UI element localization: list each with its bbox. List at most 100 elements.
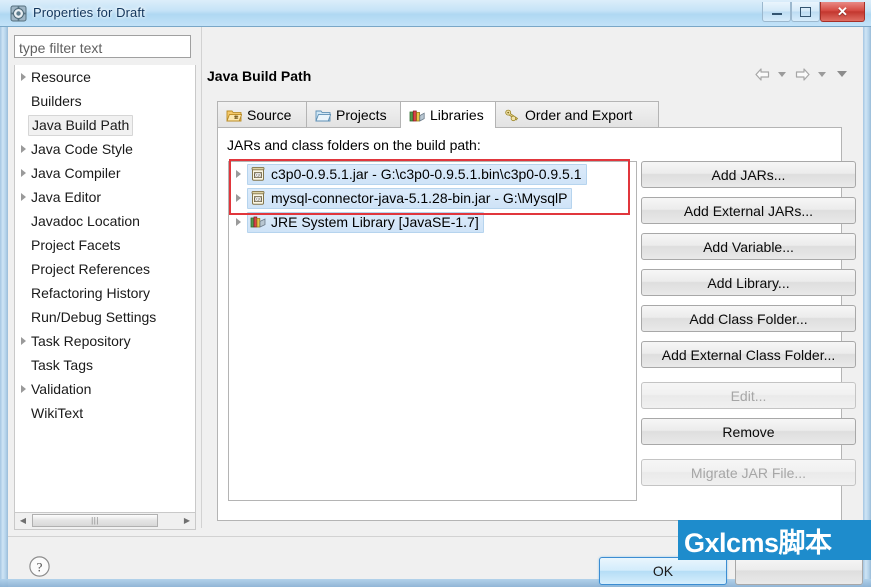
maximize-button[interactable] <box>791 2 820 22</box>
jar-expand-triangle-icon[interactable] <box>234 194 243 203</box>
ok-button[interactable]: OK <box>599 557 727 585</box>
window-border-left <box>0 0 8 587</box>
tab-projects[interactable]: Projects <box>306 101 401 128</box>
cancel-button[interactable] <box>735 557 863 585</box>
sidebar-item-refactoring-history[interactable]: Refactoring History <box>15 281 195 305</box>
sidebar-item-java-build-path[interactable]: Java Build Path <box>15 113 195 137</box>
window-title: Properties for Draft <box>33 5 145 20</box>
sidebar-item-task-tags[interactable]: Task Tags <box>15 353 195 377</box>
jar-item-selection: JRE System Library [JavaSE-1.7] <box>247 211 484 233</box>
sidebar-item-builders[interactable]: Builders <box>15 89 195 113</box>
svg-text:010: 010 <box>255 197 263 202</box>
jar-item-label: mysql-connector-java-5.1.28-bin.jar - G:… <box>271 190 568 206</box>
sidebar-item-java-editor[interactable]: Java Editor <box>15 185 195 209</box>
tab-libraries[interactable]: Libraries <box>400 101 496 128</box>
jar-list[interactable]: 010 c3p0-0.9.5.1.jar - G:\c3p0-0.9.5.1.bi… <box>228 161 637 501</box>
list-caption: JARs and class folders on the build path… <box>227 137 481 153</box>
library-action-buttons: Add JARs... Add External JARs... Add Varia… <box>641 161 856 495</box>
source-folder-icon <box>226 108 243 123</box>
sidebar-item-label: Java Build Path <box>28 114 134 136</box>
jar-item-label: JRE System Library [JavaSE-1.7] <box>271 214 479 230</box>
sidebar-item-label: Java Code Style <box>31 140 133 157</box>
tab-label: Libraries <box>430 107 484 123</box>
jar-item-label: c3p0-0.9.5.1.jar - G:\c3p0-0.9.5.1.bin\c… <box>271 166 582 182</box>
sidebar-item-label: Javadoc Location <box>31 212 140 229</box>
add-library-button[interactable]: Add Library... <box>641 269 856 296</box>
tab-label: Order and Export <box>525 107 633 123</box>
sidebar-item-wikitext[interactable]: WikiText <box>15 401 195 425</box>
tree-expand-triangle-icon[interactable] <box>19 385 28 394</box>
help-question-icon[interactable]: ? <box>28 555 51 578</box>
tab-order-and-export[interactable]: Order and Export <box>495 101 659 128</box>
forward-arrow-icon[interactable] <box>793 65 811 83</box>
pane-divider <box>201 27 202 528</box>
jar-expand-triangle-icon[interactable] <box>234 218 243 227</box>
properties-dialog-window: Properties for Draft ✕ Resource Builders J… <box>0 0 871 587</box>
window-border-right <box>863 0 871 587</box>
tree-horizontal-scrollbar[interactable]: ◀ ||| ▶ <box>14 513 196 530</box>
sidebar-item-validation[interactable]: Validation <box>15 377 195 401</box>
sidebar-item-label: Builders <box>31 92 82 109</box>
add-external-jars-button[interactable]: Add External JARs... <box>641 197 856 224</box>
sidebar-item-label: Java Compiler <box>31 164 121 181</box>
tree-scroll-right-arrow[interactable]: ▶ <box>179 513 195 528</box>
sidebar-item-project-facets[interactable]: Project Facets <box>15 233 195 257</box>
sidebar-item-label: WikiText <box>31 404 84 421</box>
libraries-books-icon <box>409 108 425 123</box>
add-external-class-folder-button[interactable]: Add External Class Folder... <box>641 341 856 368</box>
title-bar: Properties for Draft ✕ <box>0 0 871 27</box>
edit-button: Edit... <box>641 382 856 409</box>
tree-expand-triangle-icon[interactable] <box>19 145 28 154</box>
sidebar-item-resource[interactable]: Resource <box>15 65 195 89</box>
order-export-icon <box>504 108 520 123</box>
sidebar-item-task-repository[interactable]: Task Repository <box>15 329 195 353</box>
svg-text:010: 010 <box>255 173 263 178</box>
jar-expand-triangle-icon[interactable] <box>234 170 243 179</box>
projects-icon <box>315 108 332 123</box>
back-arrow-icon[interactable] <box>753 65 771 83</box>
sidebar-item-java-code-style[interactable]: Java Code Style <box>15 137 195 161</box>
sidebar-item-run-debug-settings[interactable]: Run/Debug Settings <box>15 305 195 329</box>
jar-archive-icon: 010 <box>250 190 266 206</box>
tree-scroll-thumb[interactable]: ||| <box>32 514 158 527</box>
jar-list-item[interactable]: 010 mysql-connector-java-5.1.28-bin.jar -… <box>229 186 636 210</box>
jar-list-item[interactable]: JRE System Library [JavaSE-1.7] <box>229 210 636 234</box>
back-dropdown-caret-down-icon[interactable] <box>773 65 791 83</box>
tree-expand-triangle-icon[interactable] <box>19 337 28 346</box>
close-icon: ✕ <box>837 3 848 19</box>
jar-archive-icon: 010 <box>250 166 266 182</box>
sidebar-item-label: Project Facets <box>31 236 121 253</box>
properties-gear-icon <box>10 5 27 22</box>
tree-expand-triangle-icon[interactable] <box>19 193 28 202</box>
svg-text:?: ? <box>37 559 43 574</box>
sidebar-item-label: Task Tags <box>31 356 93 373</box>
settings-tree[interactable]: Resource Builders Java Build Path Java Code… <box>14 65 196 513</box>
forward-dropdown-caret-down-icon[interactable] <box>813 65 831 83</box>
tab-strip: Source Projects Libraries Order and Export <box>217 101 842 128</box>
close-button[interactable]: ✕ <box>820 2 865 22</box>
minimize-icon <box>763 2 790 21</box>
remove-button[interactable]: Remove <box>641 418 856 445</box>
sidebar-item-label: Validation <box>31 380 92 397</box>
add-jars-button[interactable]: Add JARs... <box>641 161 856 188</box>
dialog-body: Resource Builders Java Build Path Java Code… <box>8 27 863 585</box>
watermark-text: Gxlcms脚本 <box>684 527 832 558</box>
sidebar-item-label: Resource <box>31 68 91 85</box>
page-title: Java Build Path <box>207 68 312 84</box>
sidebar-item-project-references[interactable]: Project References <box>15 257 195 281</box>
tree-expand-triangle-icon[interactable] <box>19 169 28 178</box>
add-class-folder-button[interactable]: Add Class Folder... <box>641 305 856 332</box>
filter-input[interactable] <box>14 35 191 58</box>
sidebar-item-javadoc-location[interactable]: Javadoc Location <box>15 209 195 233</box>
add-variable-button[interactable]: Add Variable... <box>641 233 856 260</box>
jar-list-item[interactable]: 010 c3p0-0.9.5.1.jar - G:\c3p0-0.9.5.1.bi… <box>229 162 636 186</box>
sidebar-item-label: Refactoring History <box>31 284 151 301</box>
tree-expand-triangle-icon[interactable] <box>19 73 28 82</box>
menu-dropdown-caret-down-icon[interactable] <box>833 65 851 83</box>
migrate-jar-file-button: Migrate JAR File... <box>641 459 856 486</box>
tab-source[interactable]: Source <box>217 101 307 128</box>
sidebar-item-java-compiler[interactable]: Java Compiler <box>15 161 195 185</box>
tab-label: Projects <box>336 107 387 123</box>
minimize-button[interactable] <box>762 2 791 22</box>
tree-scroll-left-arrow[interactable]: ◀ <box>15 513 31 528</box>
